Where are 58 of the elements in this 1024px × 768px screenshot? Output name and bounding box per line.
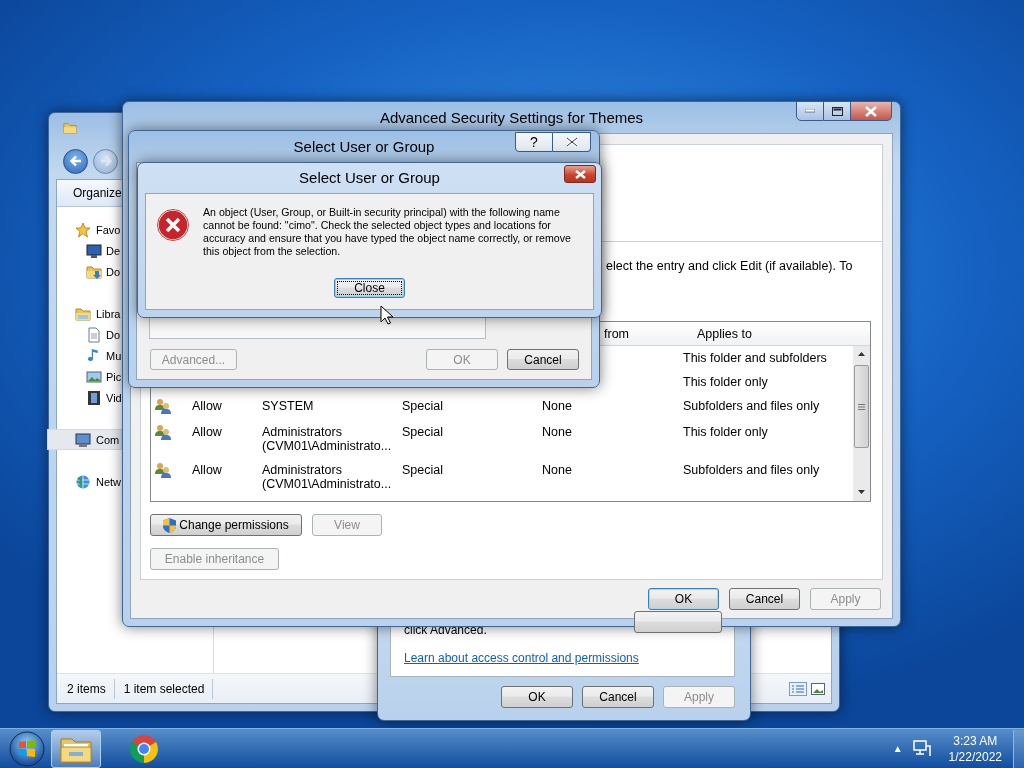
table-cell-text: Subfolders and files only bbox=[682, 399, 821, 415]
status-text: 2 items bbox=[67, 681, 107, 696]
table-cell-text: None bbox=[541, 425, 573, 441]
window-title: Select User or Group bbox=[293, 138, 435, 155]
table-cell-text: Allow bbox=[191, 399, 223, 415]
nav-label: Favo bbox=[96, 223, 121, 236]
show-hidden-icons-button[interactable]: ▲ bbox=[892, 743, 903, 754]
nav-label: Netw bbox=[96, 475, 122, 488]
nav-item[interactable]: Do bbox=[57, 324, 121, 345]
nav-item[interactable]: Libra bbox=[57, 303, 121, 324]
table-cell-text: Special bbox=[401, 399, 444, 415]
nav-item[interactable]: Do bbox=[57, 261, 121, 282]
button[interactable]: Change permissions bbox=[150, 514, 302, 536]
nav-item[interactable]: Vid bbox=[57, 387, 122, 408]
nav-item[interactable]: De bbox=[57, 240, 121, 261]
button[interactable]: Cancel bbox=[729, 588, 800, 611]
button[interactable]: Cancel bbox=[507, 349, 579, 370]
nav-item[interactable]: Favo bbox=[57, 219, 121, 240]
table-cell-text: Allow bbox=[191, 463, 223, 479]
organize-menu[interactable]: Organize bbox=[73, 186, 122, 200]
nav-item[interactable]: Mu bbox=[57, 345, 122, 366]
help-link[interactable]: Learn about access control and permissions bbox=[404, 651, 639, 665]
table-cell-text: Special bbox=[401, 425, 444, 441]
nav-label: Com bbox=[96, 433, 120, 446]
table-cell-text: This folder and subfolders bbox=[682, 351, 828, 365]
nav-item[interactable]: Com bbox=[47, 429, 123, 450]
clock-date[interactable]: 1/22/2022 bbox=[948, 748, 1002, 765]
button[interactable]: OK bbox=[501, 686, 573, 708]
table-cell-text: SYSTEM bbox=[261, 399, 315, 415]
instruction-text: elect the entry and click Edit (if available). To bbox=[606, 259, 854, 273]
status-text: 1 item selected bbox=[123, 681, 206, 696]
window-title: Select User or Group bbox=[299, 169, 440, 186]
table-cell-text: None bbox=[541, 399, 573, 415]
table-cell-text: This folder only bbox=[682, 375, 769, 389]
table-cell-text: None bbox=[541, 463, 573, 479]
nav-label: Mu bbox=[106, 349, 122, 362]
table-cell-text: Allow bbox=[191, 425, 223, 441]
nav-item[interactable]: Pic bbox=[57, 366, 122, 387]
nav-label: De bbox=[106, 244, 121, 257]
nav-label: Pic bbox=[106, 370, 122, 383]
table-cell-text: This folder only bbox=[682, 425, 769, 441]
clock-time[interactable]: 3:23 AM bbox=[953, 732, 998, 749]
help-button[interactable]: ? bbox=[515, 132, 553, 152]
error-message: An object (User, Group, or Built-in security principal) with the following name cannot be found: "cimo". Check the selected object types and locations for accuracy and ensure that you have typed the object name correctly, or remove this object from the selection. bbox=[203, 206, 572, 258]
column-header[interactable]: Applies to bbox=[676, 326, 870, 341]
close-button[interactable]: Close bbox=[334, 278, 405, 298]
table-cell-text: Subfolders and files only bbox=[682, 463, 821, 479]
button[interactable]: Cancel bbox=[582, 686, 654, 708]
window-title: Advanced Security Settings for Themes bbox=[379, 109, 644, 126]
table-cell-text: Administrators (CVM01\Administrato... bbox=[261, 425, 393, 453]
table-cell-text: Administrators (CVM01\Administrato... bbox=[261, 463, 393, 491]
button[interactable]: OK bbox=[648, 588, 719, 611]
nav-label: Libra bbox=[96, 307, 121, 320]
nav-label: Do bbox=[106, 265, 121, 278]
table-cell-text: Special bbox=[401, 463, 444, 479]
nav-label: Vid bbox=[106, 391, 122, 404]
nav-label: Do bbox=[106, 328, 121, 341]
nav-item[interactable]: Netw bbox=[57, 471, 122, 492]
